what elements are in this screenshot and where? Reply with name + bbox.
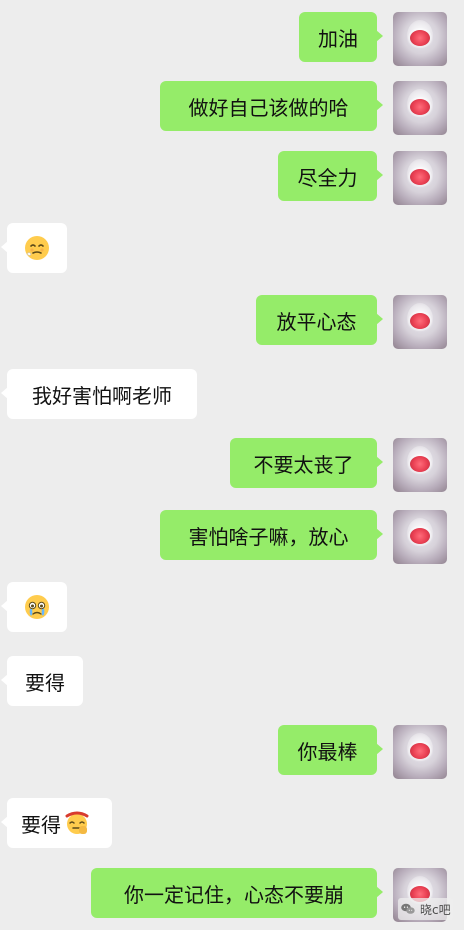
avatar[interactable] <box>393 81 447 135</box>
message-text: 要得 <box>25 670 65 695</box>
message-bubble-received[interactable]: 要得 <box>1 798 112 848</box>
avatar[interactable] <box>393 295 447 349</box>
message-bubble-sent[interactable]: 加油 <box>299 12 383 62</box>
message-text: 你最棒 <box>297 739 358 764</box>
message-bubble-sent[interactable]: 做好自己该做的哈 <box>160 81 383 131</box>
message-bubble-sent[interactable]: 尽全力 <box>278 151 383 201</box>
message-text: 害怕啥子嘛，放心 <box>188 524 349 549</box>
watermark: 晓c吧 <box>398 898 453 920</box>
message-text: 我好害怕啊老师 <box>32 383 172 408</box>
determined-emoji-icon <box>63 809 91 837</box>
message-text: 尽全力 <box>297 165 358 190</box>
avatar[interactable] <box>393 438 447 492</box>
message-text: 做好自己该做的哈 <box>188 95 349 120</box>
watermark-text: 晓c吧 <box>420 902 451 917</box>
message-bubble-received[interactable] <box>1 582 67 632</box>
message-bubble-received[interactable] <box>1 223 67 273</box>
message-bubble-sent[interactable]: 你最棒 <box>278 725 383 775</box>
message-bubble-received[interactable]: 要得 <box>1 656 83 706</box>
avatar[interactable] <box>393 510 447 564</box>
message-text: 要得 <box>21 812 61 837</box>
tearful-emoji-icon <box>22 592 52 622</box>
message-text: 放平心态 <box>276 309 357 334</box>
message-bubble-sent[interactable]: 不要太丧了 <box>230 438 383 488</box>
message-text: 不要太丧了 <box>253 452 354 477</box>
message-bubble-sent[interactable]: 你一定记住，心态不要崩 <box>91 868 383 918</box>
message-text: 加油 <box>318 26 358 51</box>
message-text: 你一定记住，心态不要崩 <box>124 882 344 907</box>
chat-screen: 加油 做好自己该做的哈 尽全力 放平心态 我好害怕啊老师 不要太丧了 害怕啥子嘛… <box>0 0 464 930</box>
avatar[interactable] <box>393 12 447 66</box>
message-bubble-received[interactable]: 我好害怕啊老师 <box>1 369 197 419</box>
message-bubble-sent[interactable]: 害怕啥子嘛，放心 <box>160 510 383 560</box>
avatar[interactable] <box>393 725 447 779</box>
wechat-icon <box>400 901 416 917</box>
message-bubble-sent[interactable]: 放平心态 <box>256 295 383 345</box>
avatar[interactable] <box>393 151 447 205</box>
sad-shy-emoji-icon <box>22 233 52 263</box>
